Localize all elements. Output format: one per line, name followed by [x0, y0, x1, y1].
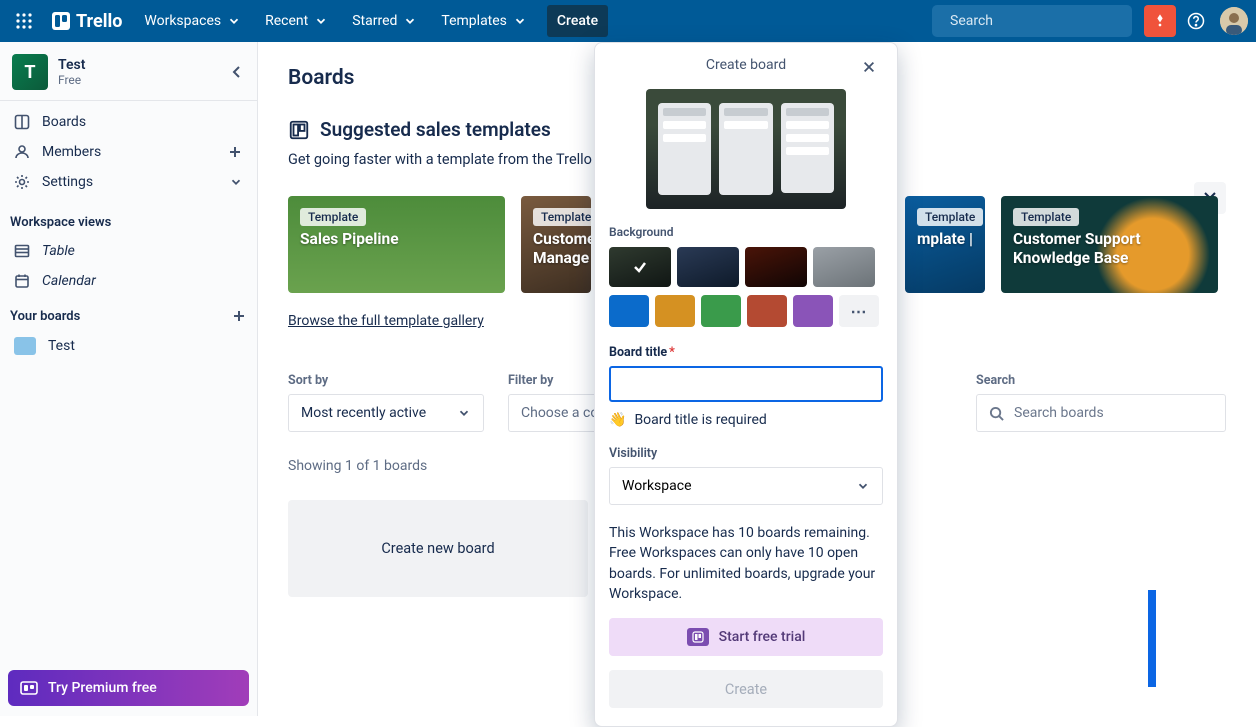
settings-expand[interactable] — [229, 175, 243, 189]
help-button[interactable] — [1180, 5, 1212, 37]
background-image-option[interactable] — [609, 247, 671, 287]
create-new-board-tile[interactable]: Create new board — [288, 500, 588, 597]
workspace-header: T Test Free — [0, 42, 257, 101]
background-color-option[interactable] — [701, 295, 741, 327]
try-premium-button[interactable]: Try Premium free — [8, 670, 249, 706]
boards-icon — [14, 114, 30, 130]
template-card[interactable]: Template Customer Manage — [521, 196, 591, 293]
global-search[interactable] — [932, 5, 1132, 37]
sidebar: T Test Free Boards Members Settings — [0, 42, 258, 716]
workspace-name: Test — [58, 57, 85, 73]
background-image-option[interactable] — [745, 247, 807, 287]
chevron-down-icon — [457, 406, 471, 420]
sidebar-item-settings[interactable]: Settings — [0, 167, 257, 197]
add-board-button[interactable] — [231, 308, 247, 324]
nav-workspaces[interactable]: Workspaces — [134, 5, 251, 37]
workspace-limit-note: This Workspace has 10 boards remaining. … — [609, 523, 883, 604]
popover-close-button[interactable] — [855, 53, 883, 81]
check-icon — [609, 247, 671, 287]
your-boards-heading: Your boards — [0, 296, 257, 330]
template-title: Customer Support Knowledge Base — [1013, 230, 1206, 269]
wave-emoji-icon: 👋 — [609, 412, 626, 428]
board-thumbnail — [14, 337, 36, 355]
background-color-option[interactable] — [655, 295, 695, 327]
sort-by-select[interactable]: Most recently active — [288, 394, 484, 432]
apps-switcher-icon[interactable] — [8, 5, 40, 37]
workspace-badge: T — [12, 54, 48, 90]
template-card[interactable]: Template mplate | — [905, 196, 985, 293]
chevron-left-icon — [229, 64, 245, 80]
template-pill: Template — [533, 208, 591, 226]
background-image-option[interactable] — [813, 247, 875, 287]
background-color-option[interactable] — [747, 295, 787, 327]
chevron-down-icon — [229, 175, 243, 189]
template-card[interactable]: Template Sales Pipeline — [288, 196, 505, 293]
nav-starred[interactable]: Starred — [342, 5, 427, 37]
global-search-input[interactable] — [950, 13, 1128, 29]
background-image-option[interactable] — [677, 247, 739, 287]
sidebar-item-members[interactable]: Members — [0, 137, 257, 167]
table-icon — [14, 243, 30, 259]
nav-create-button[interactable]: Create — [547, 5, 608, 37]
sort-by-label: Sort by — [288, 373, 484, 388]
board-preview — [646, 89, 846, 209]
browse-templates-link[interactable]: Browse the full template gallery — [288, 313, 484, 329]
sidebar-item-boards[interactable]: Boards — [0, 107, 257, 137]
board-accent-strip — [1148, 590, 1156, 687]
premium-icon — [20, 679, 38, 697]
background-color-row: ⋯ — [609, 295, 883, 327]
search-boards-container — [976, 394, 1226, 432]
chevron-down-icon — [856, 479, 870, 493]
search-icon — [989, 406, 1004, 421]
visibility-select[interactable]: Workspace — [609, 467, 883, 505]
visibility-label: Visibility — [609, 446, 883, 461]
logo-text: Trello — [76, 11, 122, 32]
rocket-icon — [1152, 13, 1168, 29]
board-title-label: Board title* — [609, 345, 883, 360]
board-title-input[interactable] — [609, 366, 883, 402]
launch-button[interactable] — [1144, 5, 1176, 37]
template-title: Customer Manage — [533, 230, 579, 269]
plus-icon — [227, 144, 243, 160]
workspace-plan: Free — [58, 73, 85, 87]
user-avatar[interactable] — [1220, 7, 1248, 35]
sidebar-board-item[interactable]: Test — [0, 330, 257, 362]
plus-icon — [231, 308, 247, 324]
template-card[interactable]: Template Customer Support Knowledge Base — [1001, 196, 1218, 293]
more-backgrounds-button[interactable]: ⋯ — [839, 295, 879, 327]
start-free-trial-button[interactable]: Start free trial — [609, 618, 883, 656]
collapse-sidebar-button[interactable] — [229, 64, 245, 80]
nav-recent[interactable]: Recent — [255, 5, 338, 37]
search-boards-label: Search — [976, 373, 1226, 388]
sidebar-view-calendar[interactable]: Calendar — [0, 266, 257, 296]
template-pill: Template — [300, 208, 366, 226]
background-label: Background — [609, 225, 883, 239]
nav-templates[interactable]: Templates — [431, 5, 537, 37]
board-title-hint: 👋 Board title is required — [609, 412, 883, 428]
close-icon — [862, 60, 876, 74]
premium-badge-icon — [687, 628, 709, 646]
popover-title: Create board — [609, 55, 883, 83]
background-color-option[interactable] — [609, 295, 649, 327]
template-pill: Template — [1013, 208, 1079, 226]
help-icon — [1187, 12, 1205, 30]
background-image-row — [609, 247, 883, 287]
template-icon — [288, 119, 310, 141]
calendar-icon — [14, 273, 30, 289]
gear-icon — [14, 174, 30, 190]
members-icon — [14, 144, 30, 160]
workspace-views-heading: Workspace views — [0, 203, 257, 236]
topbar: Trello Workspaces Recent Starred Templat… — [0, 0, 1256, 42]
template-title: mplate | — [917, 230, 973, 249]
template-pill: Template — [917, 208, 983, 226]
sidebar-view-table[interactable]: Table — [0, 236, 257, 266]
add-member-button[interactable] — [227, 144, 243, 160]
trello-logo[interactable]: Trello — [44, 5, 130, 37]
template-title: Sales Pipeline — [300, 230, 493, 249]
create-board-submit-button[interactable]: Create — [609, 670, 883, 708]
background-color-option[interactable] — [793, 295, 833, 327]
create-board-popover: Create board Background ⋯ — [594, 42, 898, 727]
search-boards-input[interactable] — [1014, 405, 1213, 421]
